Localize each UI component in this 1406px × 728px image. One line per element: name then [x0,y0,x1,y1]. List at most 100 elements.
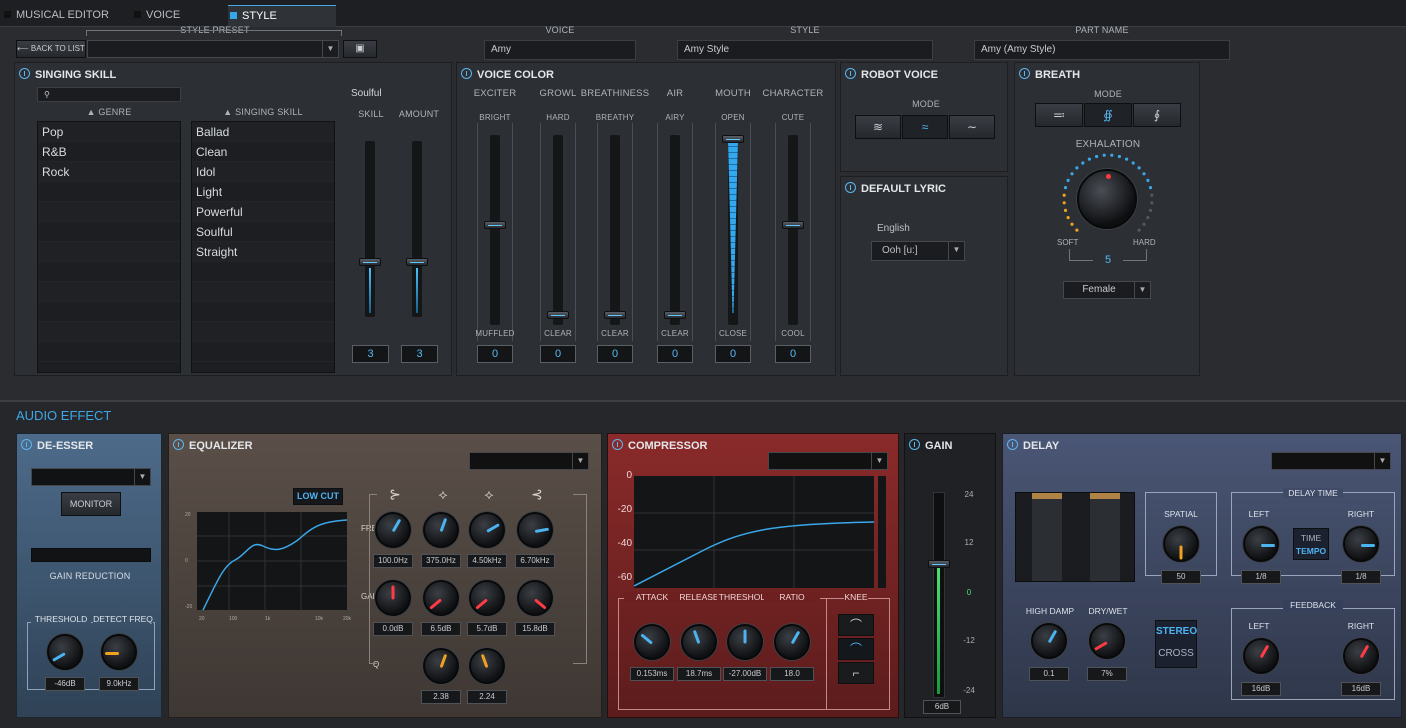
threshold-value[interactable]: -46dB [45,677,85,691]
knee-soft-button[interactable]: ⌒ [838,614,874,636]
comp-release-knob[interactable] [681,624,717,660]
robot-mode-1-button[interactable]: ≋ [855,115,901,139]
voice-slider-track[interactable] [788,135,798,325]
genre-header[interactable]: ▲ GENRE [37,107,181,117]
exhalation-knob[interactable] [1077,169,1137,229]
tab-voice[interactable]: VOICE [132,5,222,27]
spatial-knob[interactable] [1163,526,1199,562]
breath-mode-3-button[interactable]: ∮ [1133,103,1181,127]
skill-value[interactable]: 3 [352,345,389,363]
low-cut-button[interactable]: LOW CUT [293,488,343,505]
high-damp-knob[interactable] [1031,623,1067,659]
amount-slider-handle[interactable] [406,258,428,266]
info-icon[interactable] [21,439,32,450]
peak-icon[interactable]: ⟡ [479,486,499,503]
list-item[interactable]: Ballad [192,122,334,142]
voice-slider-value[interactable]: 0 [540,345,576,363]
list-item[interactable]: Powerful [192,202,334,222]
gain-knob[interactable] [423,580,459,616]
voice-slider-handle[interactable] [547,311,569,319]
robot-mode-3-button[interactable]: ∼ [949,115,995,139]
delay-preset-dropdown[interactable]: ▼ [1271,452,1391,470]
voice-slider-value[interactable]: 0 [775,345,811,363]
info-icon[interactable] [1019,68,1030,79]
voice-slider-handle[interactable] [722,135,744,143]
singing-skill-header[interactable]: ▲ SINGING SKILL [191,107,335,117]
time-tempo-toggle[interactable]: TIME TEMPO [1293,528,1329,560]
gain-slider-handle[interactable] [928,560,950,568]
back-to-list-button[interactable]: ⟵ BACK TO LIST [16,40,86,58]
gain-value[interactable]: 6dB [923,700,961,714]
robot-mode-2-button[interactable]: ≈ [902,115,948,139]
list-item[interactable]: Clean [192,142,334,162]
tab-style[interactable]: STYLE [228,5,336,27]
list-item[interactable]: Idol [192,162,334,182]
gain-value[interactable]: 15.8dB [515,622,555,636]
monitor-button[interactable]: MONITOR [61,492,121,516]
high-damp-value[interactable]: 0.1 [1029,667,1069,681]
delay-left-knob[interactable] [1243,526,1279,562]
list-item[interactable]: Light [192,182,334,202]
info-icon[interactable] [173,439,184,450]
knee-hard-button[interactable]: ⌐ [838,662,874,684]
list-item[interactable]: R&B [38,142,180,162]
skill-slider-handle[interactable] [359,258,381,266]
skill-search-input[interactable]: ⚲ [37,87,181,102]
delay-right-knob[interactable] [1343,526,1379,562]
lyric-dropdown[interactable]: Ooh [u:] ▼ [871,241,965,261]
part-name-field[interactable]: Amy (Amy Style) [974,40,1230,60]
freq-value[interactable]: 6.70kHz [515,554,555,568]
breath-mode-2-button[interactable]: ∯ [1084,103,1132,127]
comp-ratio-knob[interactable] [774,624,810,660]
voice-slider-track[interactable] [490,135,500,325]
gain-knob[interactable] [469,580,505,616]
exhalation-value[interactable]: 5 [1093,254,1123,270]
deesser-preset-dropdown[interactable]: ▼ [31,468,151,486]
detect-freq-knob[interactable] [101,634,137,670]
comp-attack-value[interactable]: 0.153ms [630,667,674,681]
freq-value[interactable]: 4.50kHz [467,554,507,568]
style-field[interactable]: Amy Style [677,40,933,60]
comp-attack-knob[interactable] [634,624,670,660]
gain-knob[interactable] [375,580,411,616]
stereo-cross-toggle[interactable]: STEREO CROSS [1155,620,1197,668]
voice-slider-track[interactable] [553,135,563,325]
freq-knob[interactable] [517,512,553,548]
voice-slider-handle[interactable] [782,221,804,229]
voice-slider-value[interactable]: 0 [715,345,751,363]
voice-slider-track[interactable] [670,135,680,325]
info-icon[interactable] [19,68,30,79]
voice-slider-value[interactable]: 0 [477,345,513,363]
voice-field[interactable]: Amy [484,40,636,60]
list-item[interactable]: Rock [38,162,180,182]
q-knob[interactable] [423,648,459,684]
q-knob[interactable] [469,648,505,684]
comp-release-value[interactable]: 18.7ms [677,667,721,681]
knee-medium-button[interactable]: ⌒ [838,638,874,660]
feedback-right-value[interactable]: 16dB [1341,682,1381,696]
gain-value[interactable]: 0.0dB [373,622,413,636]
info-icon[interactable] [845,182,856,193]
breath-mode-1-button[interactable]: ≕ [1035,103,1083,127]
drywet-knob[interactable] [1089,623,1125,659]
eq-preset-dropdown[interactable]: ▼ [469,452,589,470]
q-value[interactable]: 2.38 [421,690,461,704]
gain-value[interactable]: 6.5dB [421,622,461,636]
info-icon[interactable] [845,68,856,79]
freq-knob[interactable] [375,512,411,548]
delay-right-value[interactable]: 1/8 [1341,570,1381,584]
save-preset-button[interactable]: ▣ [343,40,377,58]
info-icon[interactable] [612,439,623,450]
voice-slider-track[interactable] [610,135,620,325]
comp-threshold-knob[interactable] [727,624,763,660]
comp-preset-dropdown[interactable]: ▼ [768,452,888,470]
info-icon[interactable] [1007,439,1018,450]
list-item[interactable]: Pop [38,122,180,142]
delay-left-value[interactable]: 1/8 [1241,570,1281,584]
gender-dropdown[interactable]: Female ▼ [1063,281,1151,299]
voice-slider-handle[interactable] [484,221,506,229]
comp-ratio-value[interactable]: 18.0 [770,667,814,681]
feedback-right-knob[interactable] [1343,638,1379,674]
voice-slider-handle[interactable] [664,311,686,319]
peak-icon[interactable]: ⟡ [433,486,453,503]
